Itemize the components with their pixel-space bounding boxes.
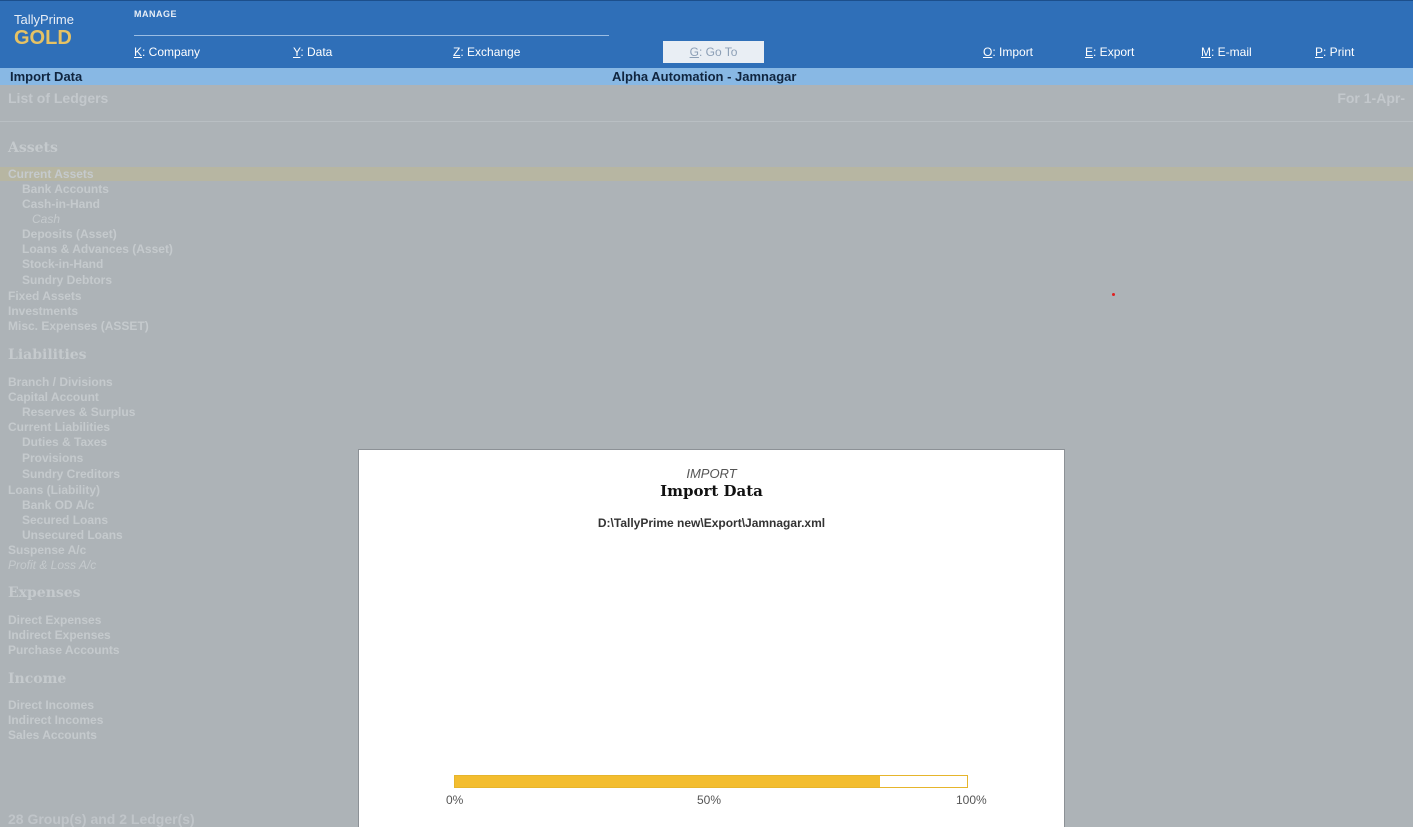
list-item: Current Assets bbox=[0, 167, 1413, 181]
list-item: Investments bbox=[8, 304, 79, 318]
progress-tick-100: 100% bbox=[956, 793, 987, 807]
screen-title: Import Data bbox=[10, 69, 83, 84]
menu-email[interactable]: M: E-mail bbox=[1201, 45, 1252, 59]
import-progress-bar bbox=[454, 775, 968, 788]
menu-go-to[interactable]: G: Go To bbox=[663, 41, 764, 63]
report-period: For 1-Apr- bbox=[1337, 90, 1405, 106]
list-item: Cash-in-Hand bbox=[22, 197, 100, 211]
list-item: Cash bbox=[32, 212, 61, 226]
menu-import[interactable]: O: Import bbox=[983, 45, 1033, 59]
report-footer: 28 Group(s) and 2 Ledger(s) bbox=[8, 811, 195, 827]
list-item: Duties & Taxes bbox=[22, 435, 108, 449]
mode-divider bbox=[134, 35, 609, 36]
company-name: Alpha Automation - Jamnagar bbox=[612, 69, 797, 84]
list-item: Bank Accounts bbox=[22, 182, 109, 196]
progress-tick-0: 0% bbox=[446, 793, 464, 807]
menu-exchange[interactable]: Z: Exchange bbox=[453, 45, 520, 59]
menu-print[interactable]: P: Print bbox=[1315, 45, 1354, 59]
import-dialog: IMPORT Import Data D:\TallyPrime new\Exp… bbox=[358, 449, 1065, 827]
menu-company[interactable]: K: Company bbox=[134, 45, 200, 59]
report-header: List of Ledgers For 1-Apr- bbox=[0, 85, 1413, 122]
list-item: Loans & Advances (Asset) bbox=[22, 242, 173, 256]
menu-data[interactable]: Y: Data bbox=[293, 45, 332, 59]
list-item: Branch / Divisions bbox=[8, 375, 113, 389]
list-item: Fixed Assets bbox=[8, 289, 82, 303]
list-item: Current Liabilities bbox=[8, 420, 111, 434]
edition-label: GOLD bbox=[14, 27, 72, 49]
cursor-marker bbox=[1112, 293, 1115, 296]
dialog-title: Import Data bbox=[660, 482, 763, 500]
menu-export[interactable]: E: Export bbox=[1085, 45, 1134, 59]
title-bar: Import Data Alpha Automation - Jamnagar bbox=[0, 68, 1413, 85]
brand-logo: TallyPrime GOLD bbox=[14, 12, 74, 49]
list-item: Sundry Debtors bbox=[22, 273, 113, 287]
top-menu-bar: TallyPrime GOLD MANAGE K: Company Y: Dat… bbox=[0, 0, 1413, 68]
mode-label: MANAGE bbox=[134, 9, 177, 19]
list-item: Deposits (Asset) bbox=[22, 227, 117, 241]
app-name: TallyPrime bbox=[14, 12, 74, 27]
progress-tick-50: 50% bbox=[697, 793, 722, 807]
list-item: Capital Account bbox=[8, 390, 99, 404]
list-item: Stock-in-Hand bbox=[22, 257, 104, 271]
import-file-path: D:\TallyPrime new\Export\Jamnagar.xml bbox=[597, 516, 826, 530]
import-progress-fill bbox=[455, 776, 880, 787]
dialog-kicker: IMPORT bbox=[686, 466, 737, 481]
list-item: Reserves & Surplus bbox=[22, 405, 136, 419]
list-item: Assets bbox=[8, 140, 58, 156]
list-item: Liabilities bbox=[8, 347, 87, 363]
report-title: List of Ledgers bbox=[8, 90, 109, 106]
list-item: Misc. Expenses (ASSET) bbox=[8, 319, 149, 333]
